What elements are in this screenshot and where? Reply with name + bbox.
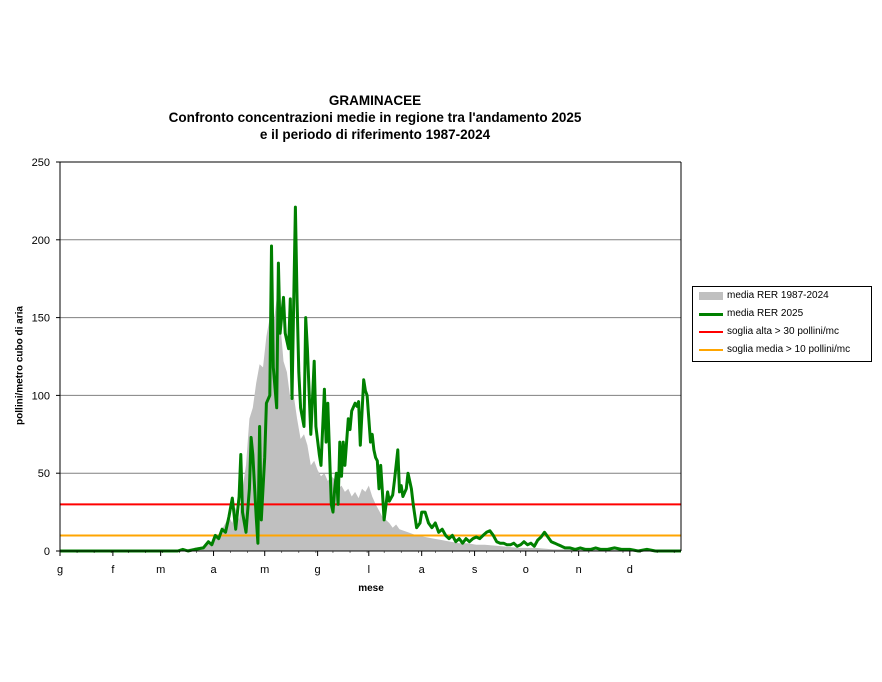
x-tick-label: d	[627, 564, 633, 576]
legend-label-high-threshold: soglia alta > 30 pollini/mc	[727, 326, 840, 337]
y-tick-label: 200	[32, 235, 50, 247]
y-tick-label: 150	[32, 313, 50, 325]
x-tick-label: m	[260, 564, 269, 576]
legend-swatch-high-threshold	[699, 331, 723, 333]
legend-label-2025: media RER 2025	[727, 308, 804, 319]
y-tick-label: 100	[32, 390, 50, 402]
x-tick-label: o	[523, 564, 529, 576]
y-tick-label: 50	[38, 468, 50, 480]
y-tick-label: 250	[32, 157, 50, 169]
x-tick-label: s	[472, 564, 478, 576]
legend-label-historical: media RER 1987-2024	[727, 290, 829, 301]
x-tick-label: n	[576, 564, 582, 576]
legend-swatch-2025	[699, 313, 723, 316]
x-tick-label: l	[368, 564, 370, 576]
x-axis-label: mese	[358, 583, 384, 594]
legend-label-medium-threshold: soglia media > 10 pollini/mc	[727, 344, 851, 355]
legend: media RER 1987-2024 media RER 2025 sogli…	[692, 286, 872, 362]
series	[60, 205, 681, 553]
y-tick-label: 0	[44, 546, 50, 558]
y-axis-label: pollini/metro cubo di aria	[14, 306, 26, 425]
x-tick-label: f	[111, 564, 115, 576]
x-tick-label: g	[315, 564, 321, 576]
x-tick-label: g	[57, 564, 63, 576]
legend-swatch-medium-threshold	[699, 349, 723, 351]
x-tick-label: a	[419, 564, 426, 576]
legend-swatch-historical	[699, 292, 723, 300]
x-tick-label: m	[156, 564, 165, 576]
x-tick-label: a	[210, 564, 217, 576]
